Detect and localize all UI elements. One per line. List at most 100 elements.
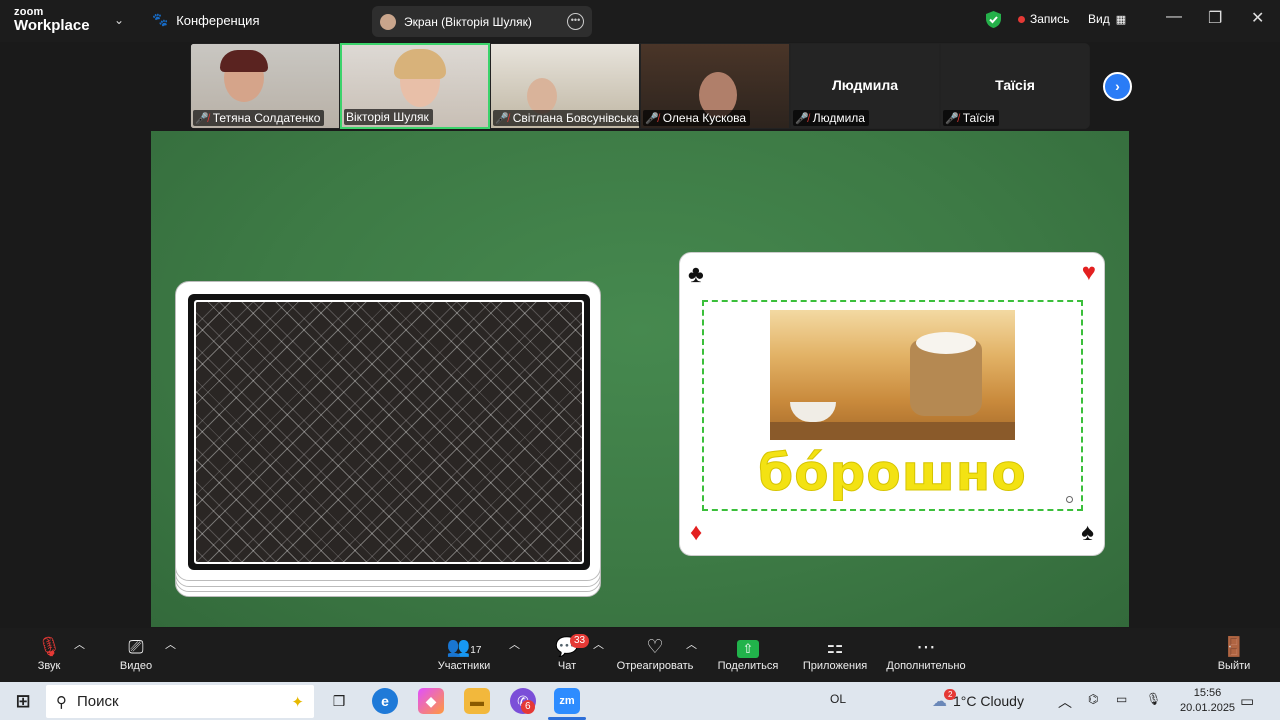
search-icon: ⚲ xyxy=(56,693,67,711)
taskbar-search[interactable]: ⚲ Поиск ✦ xyxy=(46,685,314,718)
title-bar: zoom Workplace ⌄ 🐾 Конференция Экран (Ві… xyxy=(0,0,1280,42)
minimize-icon[interactable]: — xyxy=(1166,8,1182,26)
card-deck[interactable] xyxy=(175,281,601,597)
clock-time: 15:56 xyxy=(1193,687,1222,699)
apps-button[interactable]: ⚏ Приложения xyxy=(799,636,871,672)
participant-tile[interactable]: 🎤̸ Олена Кускова xyxy=(640,43,790,129)
share-indicator[interactable]: Экран (Вікторія Шуляк) ••• xyxy=(372,6,592,37)
participant-tile[interactable]: Людмила 🎤̸ Людмила xyxy=(790,43,940,129)
participant-name: Олена Кускова xyxy=(662,111,747,125)
chat-badge: 33 xyxy=(570,634,590,648)
share-label: Поделиться xyxy=(717,660,779,672)
viber-badge: 6 xyxy=(521,700,535,714)
paw-icon: 🐾 xyxy=(152,12,169,27)
mic-off-icon: 🎤̸ xyxy=(795,112,809,125)
record-dot-icon xyxy=(1018,15,1025,23)
video-options-chevron-icon[interactable]: ︿ xyxy=(165,636,176,652)
more-button[interactable]: ⋯ Дополнительно xyxy=(882,636,970,672)
avatar xyxy=(380,13,396,30)
participants-button[interactable]: 👥17 Участники xyxy=(432,636,496,672)
deck-top-card xyxy=(175,281,601,581)
participant-name-tag: Вікторія Шуляк xyxy=(344,109,433,125)
share-screen-button[interactable]: ⇧ Поделиться xyxy=(714,636,782,672)
view-button[interactable]: Вид ▦ xyxy=(1088,12,1126,26)
language-indicator[interactable]: OL xyxy=(830,692,846,706)
participant-name: Таїсія xyxy=(962,111,995,125)
next-page-button[interactable]: › xyxy=(1103,72,1132,101)
participant-tile[interactable]: Таїсія 🎤̸ Таїсія xyxy=(940,43,1090,129)
flour-picture xyxy=(770,310,1015,440)
clock[interactable]: 15:56 20.01.2025 xyxy=(1180,686,1235,716)
participant-name-tag: 🎤̸ Світлана Бовсунівська xyxy=(493,110,643,126)
chevron-down-icon[interactable]: ⌄ xyxy=(114,13,124,27)
mic-off-icon: 🎤̸ xyxy=(495,112,509,125)
participants-options-chevron-icon[interactable]: ︿ xyxy=(509,636,520,652)
participant-gallery: 🎤̸ Тетяна Солдатенко Вікторія Шуляк 🎤̸ Сві… xyxy=(190,43,1090,129)
participants-count: 17 xyxy=(470,645,482,656)
meeting-toolbar: 🎙 Звук ︿ ⎚ Видео ︿ 👥17 Участники ︿ 💬 Чат… xyxy=(0,628,1280,682)
search-placeholder: Поиск xyxy=(77,693,119,710)
share-screen-icon: ⇧ xyxy=(714,636,782,660)
grid-icon: ▦ xyxy=(1115,13,1127,26)
copilot-sparkle-icon: ✦ xyxy=(291,693,304,711)
participant-name-tag: 🎤̸ Людмила xyxy=(793,110,869,126)
participant-tile[interactable]: 🎤̸ Світлана Бовсунівська xyxy=(490,43,643,129)
microphone-tray-icon[interactable]: 🎙 xyxy=(1146,692,1161,706)
shield-icon[interactable] xyxy=(985,10,1002,29)
card-content-frame: бо́рошно xyxy=(702,300,1083,511)
participant-video xyxy=(527,78,557,114)
heart-icon: ♥ xyxy=(1081,259,1096,286)
participant-display-name: Таїсія xyxy=(995,77,1035,93)
apps-icon: ⚏ xyxy=(826,637,844,658)
chat-options-chevron-icon[interactable]: ︿ xyxy=(593,636,604,652)
participant-name-tag: 🎤̸ Олена Кускова xyxy=(643,110,751,126)
participant-tile-active[interactable]: Вікторія Шуляк xyxy=(340,43,490,129)
tray-overflow-chevron-icon[interactable]: ︿ xyxy=(1058,692,1072,712)
close-icon[interactable]: ✕ xyxy=(1251,8,1264,28)
circle-marker-icon xyxy=(1066,496,1073,503)
os-taskbar: ⊞ ⚲ Поиск ✦ ❒ e ◆ ▬ ✆ 6 zm OL ☁ 1°C Clou… xyxy=(0,682,1280,720)
file-explorer-icon[interactable]: ▬ xyxy=(464,688,490,714)
record-button[interactable]: Запись xyxy=(1018,12,1069,26)
copilot-app-icon[interactable]: ◆ xyxy=(418,688,444,714)
shared-screen: ♣ ♥ ♦ ♠ бо́рошно xyxy=(151,131,1129,627)
more-options-icon[interactable]: ••• xyxy=(567,13,584,30)
weather-text: 1°C Cloudy xyxy=(953,693,1024,709)
more-label: Дополнительно xyxy=(886,660,966,672)
participant-display-name: Людмила xyxy=(831,77,899,93)
participant-name-tag: 🎤̸ Тетяна Солдатенко xyxy=(193,110,325,126)
react-button[interactable]: ♡ Отреагировать xyxy=(614,636,696,672)
participant-name: Вікторія Шуляк xyxy=(346,110,429,124)
network-icon[interactable]: ⌬ xyxy=(1088,692,1098,706)
participant-hair xyxy=(394,49,446,79)
meeting-info-button[interactable]: 🐾 Конференция xyxy=(152,12,259,28)
task-view-icon[interactable]: ❒ xyxy=(326,688,352,714)
audio-button[interactable]: 🎙 Звук xyxy=(30,636,68,672)
logo-bottom: Workplace xyxy=(14,17,90,34)
windows-start-icon[interactable]: ⊞ xyxy=(10,688,36,714)
participants-label: Участники xyxy=(437,660,491,672)
word-card[interactable]: ♣ ♥ ♦ ♠ бо́рошно xyxy=(679,252,1105,556)
mic-muted-icon: 🎙 xyxy=(36,637,62,658)
chevron-right-icon: › xyxy=(1115,78,1120,94)
restore-icon[interactable]: ❐ xyxy=(1208,8,1222,28)
meeting-label: Конференция xyxy=(176,12,260,28)
participant-tile[interactable]: 🎤̸ Тетяна Солдатенко xyxy=(190,43,340,129)
video-button[interactable]: ⎚ Видео xyxy=(112,636,160,672)
react-options-chevron-icon[interactable]: ︿ xyxy=(686,636,697,652)
more-dots-icon: ⋯ xyxy=(916,637,936,658)
record-label: Запись xyxy=(1030,12,1070,26)
zoom-logo[interactable]: zoom Workplace xyxy=(14,7,90,34)
react-label: Отреагировать xyxy=(616,660,694,672)
spade-icon: ♠ xyxy=(1081,519,1094,546)
chat-button[interactable]: 💬 Чат 33 xyxy=(550,634,590,672)
edge-browser-icon[interactable]: e xyxy=(372,688,398,714)
audio-options-chevron-icon[interactable]: ︿ xyxy=(74,636,85,652)
notifications-icon[interactable]: ▭ xyxy=(1240,692,1254,710)
participant-name-tag: 🎤̸ Таїсія xyxy=(943,110,999,126)
video-label: Видео xyxy=(119,660,153,672)
battery-icon[interactable]: ▭ xyxy=(1116,692,1127,706)
zoom-taskbar-icon[interactable]: zm xyxy=(554,688,580,714)
card-back-pattern xyxy=(188,294,590,570)
leave-button[interactable]: 🚪 Выйти xyxy=(1215,636,1253,672)
